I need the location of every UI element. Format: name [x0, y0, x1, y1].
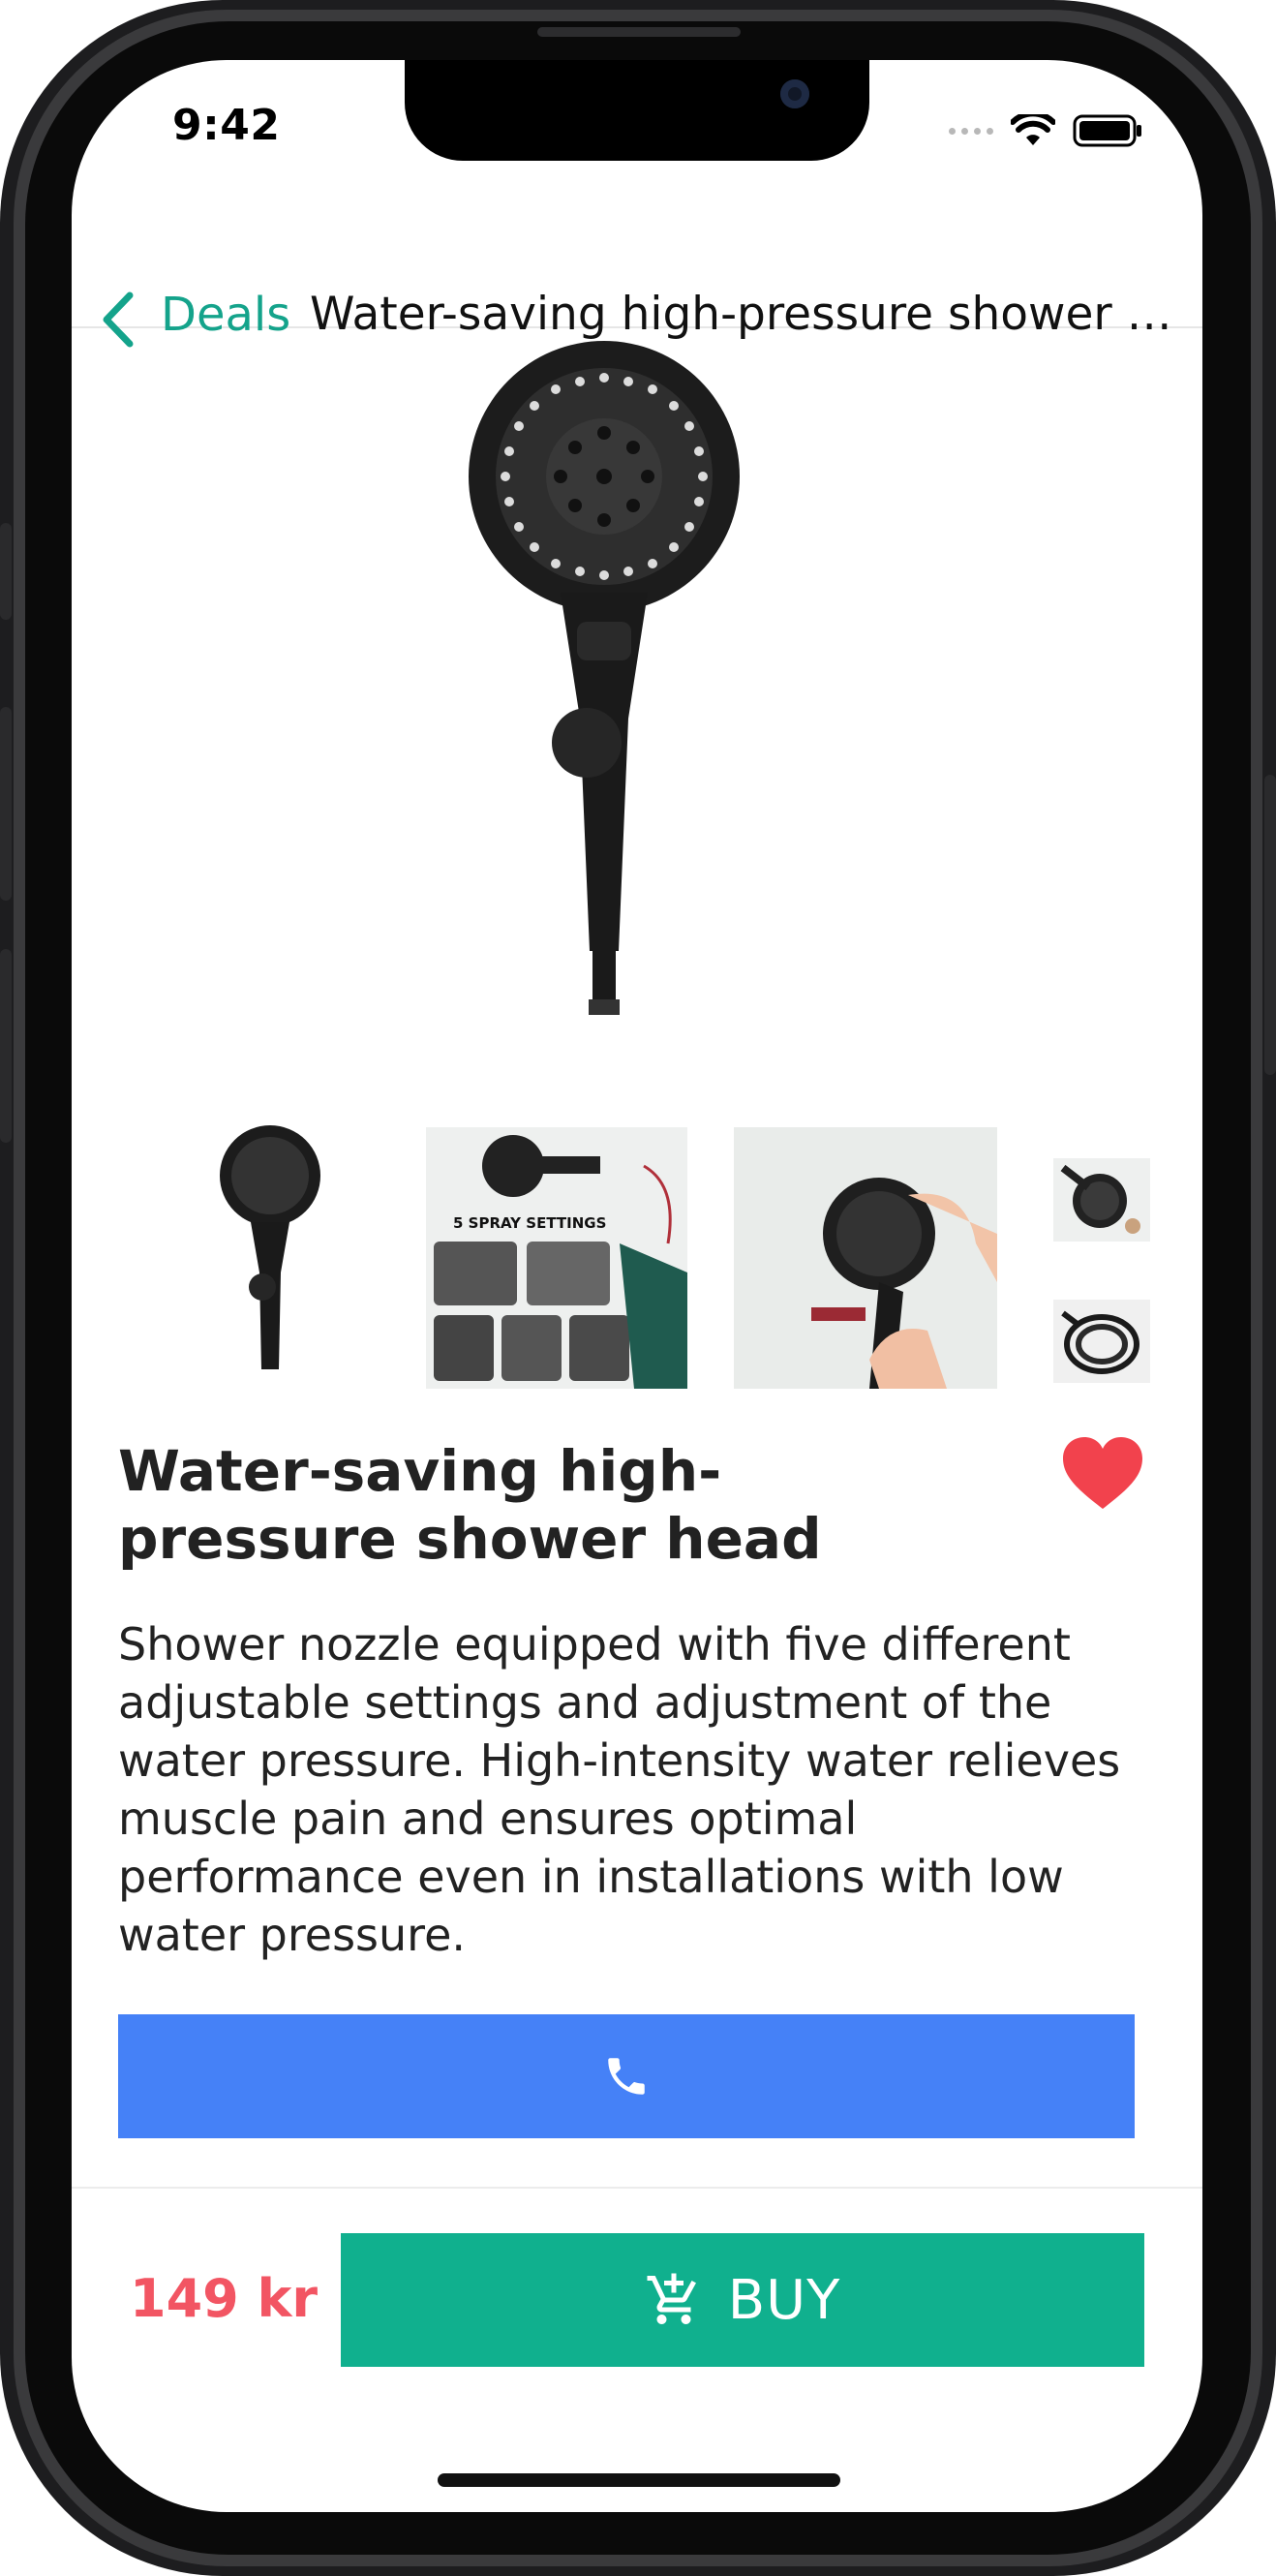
chevron-left-icon[interactable] — [99, 291, 137, 348]
product-main-image — [469, 341, 740, 1015]
screen: 9:42 Deals Water-saving high-pressure sh… — [72, 60, 1202, 2512]
power-button — [1264, 775, 1276, 1075]
thumbnail-4[interactable] — [1053, 1158, 1150, 1242]
buy-button[interactable]: BUY — [341, 2233, 1144, 2367]
wifi-icon — [1011, 114, 1055, 145]
product-description: Shower nozzle equipped with five differe… — [118, 1618, 1121, 1961]
battery-icon — [1073, 114, 1141, 147]
hose-photo-icon — [1053, 1300, 1150, 1383]
product-title: Water-saving high-pressure shower head — [118, 1438, 822, 1572]
home-indicator[interactable] — [438, 2473, 840, 2487]
divider — [72, 2187, 1202, 2189]
thumbnail-5[interactable] — [1053, 1300, 1150, 1383]
thumbnail-3[interactable] — [734, 1127, 997, 1389]
buy-label: BUY — [727, 2268, 841, 2332]
volume-up-button — [0, 707, 12, 901]
mute-switch — [0, 523, 12, 620]
front-camera — [780, 79, 809, 108]
cellular-signal-icon — [949, 127, 993, 135]
hand-held-shower-photo-icon — [734, 1127, 997, 1389]
price-label: 149 kr — [130, 2268, 319, 2329]
svg-text:5 SPRAY SETTINGS: 5 SPRAY SETTINGS — [453, 1214, 606, 1232]
navigation-bar: Deals Water-saving high-pressure shower … — [72, 230, 1202, 348]
earpiece-speaker — [537, 27, 741, 37]
status-icons — [949, 114, 1142, 147]
cart-add-icon — [647, 2273, 696, 2324]
thumbnail-1[interactable] — [178, 1118, 362, 1389]
shower-head-photo-icon — [220, 1125, 320, 1369]
shower-head-small-photo-icon — [1053, 1158, 1150, 1242]
volume-down-button — [0, 949, 12, 1143]
notch — [405, 60, 869, 161]
status-time: 9:42 — [172, 101, 281, 150]
back-button[interactable]: Deals — [161, 288, 290, 342]
call-button[interactable] — [118, 2014, 1135, 2138]
phone-icon — [608, 2058, 645, 2095]
spray-settings-photo-icon: 5 SPRAY SETTINGS — [426, 1127, 687, 1389]
thumbnail-2[interactable]: 5 SPRAY SETTINGS — [426, 1127, 687, 1389]
heart-icon[interactable] — [1061, 1435, 1144, 1513]
